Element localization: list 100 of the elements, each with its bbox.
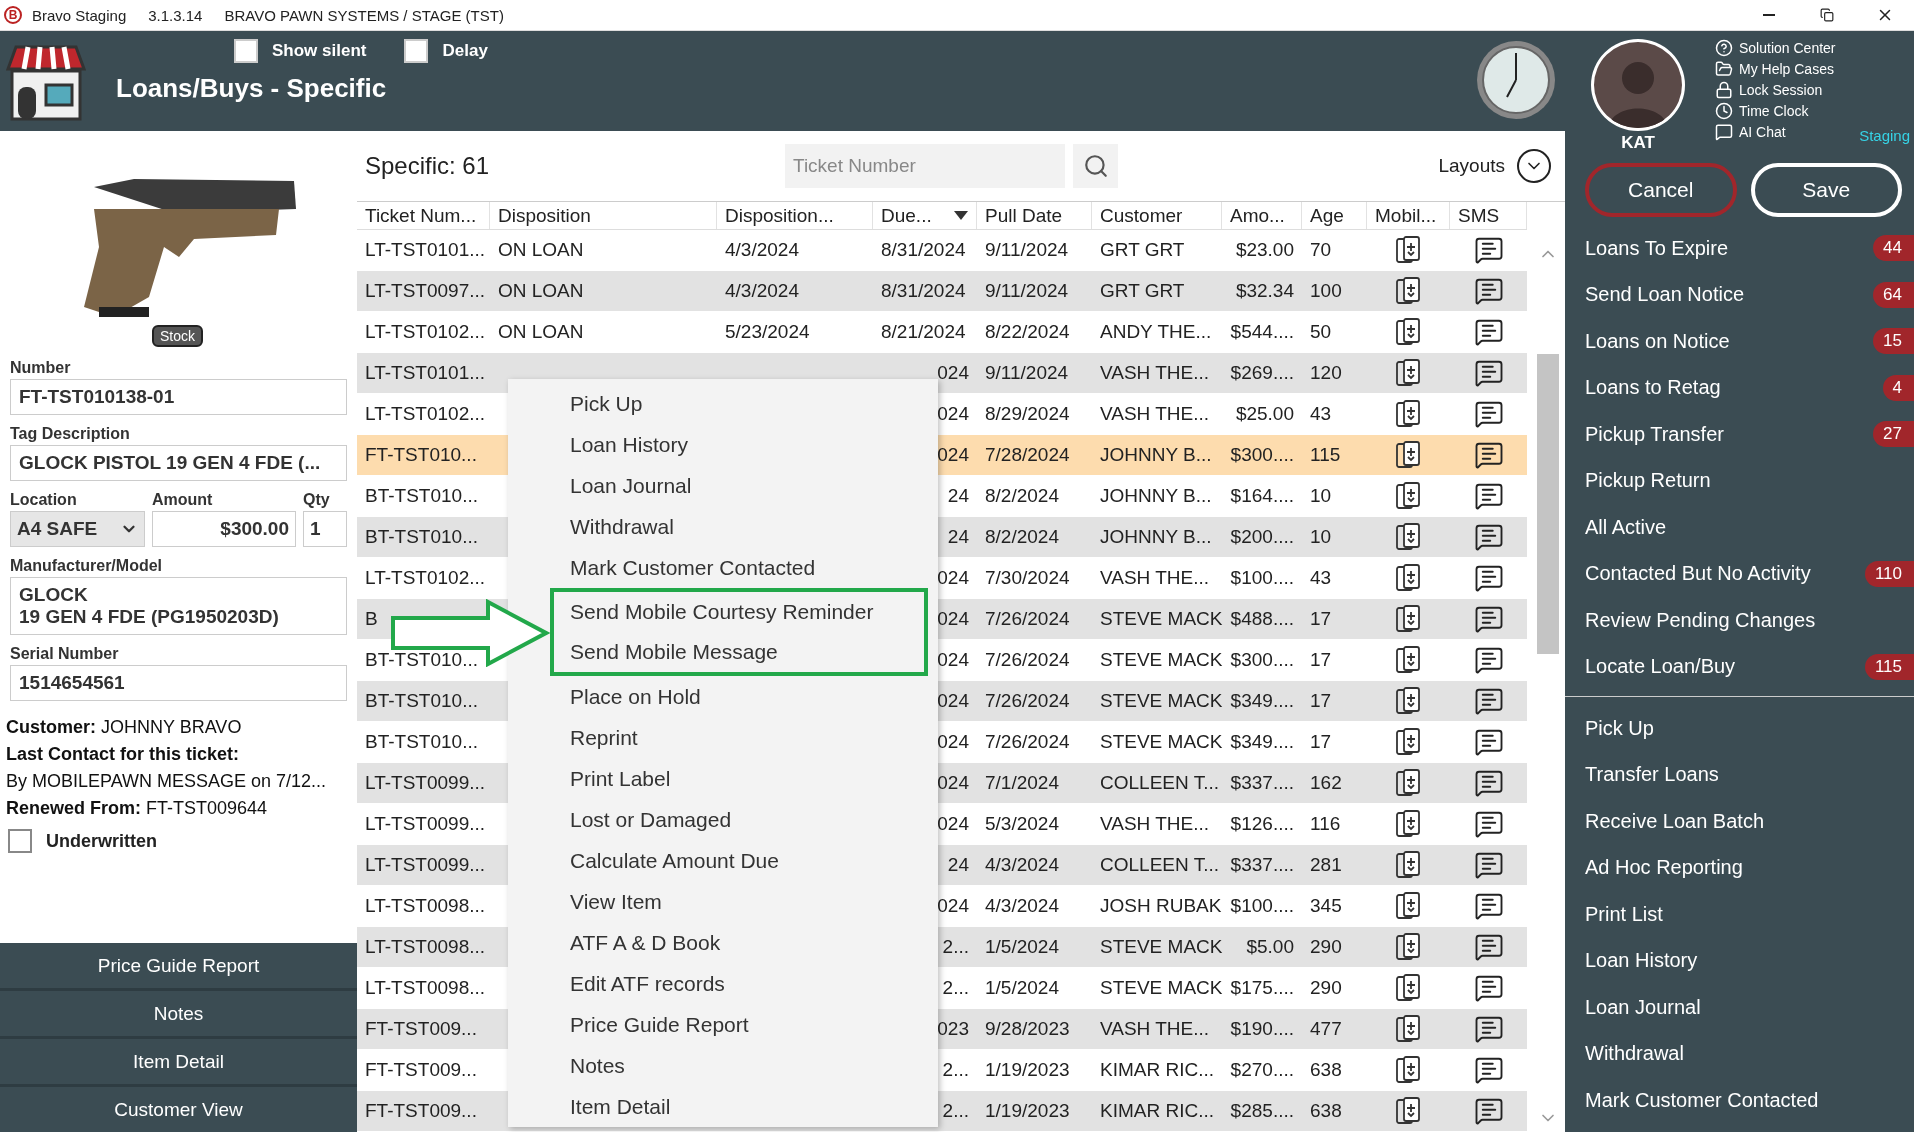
layouts-button[interactable]: Layouts	[1432, 148, 1557, 184]
column-header[interactable]: Mobil...	[1367, 202, 1450, 229]
table-cell-text: 1/5/2024	[984, 935, 1060, 959]
help-link[interactable]: My Help Cases	[1715, 60, 1836, 78]
sidebar-item[interactable]: Loan History	[1585, 949, 1698, 973]
sms-icon[interactable]	[1473, 973, 1504, 1003]
sidebar-item[interactable]: Loans to Retag	[1585, 376, 1721, 400]
sidebar-item[interactable]: Loans on Notice	[1585, 329, 1730, 353]
sidebar-item[interactable]: Print List	[1585, 902, 1663, 926]
table-row[interactable]: LT-TST0097... ON LOAN 4/3/2024 8/31/2024 9/11/2024 GRT GRT $32.34 100	[357, 271, 1527, 312]
count-badge: 44	[1873, 235, 1914, 262]
table-cell-text: 638	[1309, 1099, 1343, 1123]
field-label: Serial Number	[10, 645, 120, 663]
sidebar-item[interactable]: Pickup Transfer	[1585, 422, 1724, 446]
sms-icon[interactable]	[1473, 727, 1504, 757]
sidebar-item[interactable]: All Active	[1585, 515, 1667, 539]
sms-icon[interactable]	[1473, 1014, 1504, 1044]
sms-icon[interactable]	[1473, 522, 1504, 552]
scroll-thumb[interactable]	[1537, 354, 1559, 654]
table-cell-text: $544....	[1229, 320, 1295, 344]
renewed-from-text: Renewed From: FT-TST009644	[6, 798, 269, 819]
input-field[interactable]: FT-TST010138-01	[10, 379, 347, 415]
sms-icon[interactable]	[1473, 440, 1504, 470]
sms-icon[interactable]	[1473, 481, 1504, 511]
sms-icon[interactable]	[1473, 604, 1504, 634]
sidebar-item[interactable]: Send Loan Notice	[1585, 283, 1744, 307]
save-button[interactable]: Save	[1750, 163, 1902, 217]
field-label: Manufacturer/Model	[10, 557, 163, 575]
sidebar-item[interactable]: Pick Up	[1585, 716, 1654, 740]
count-badge: 115	[1864, 653, 1914, 680]
panel-button[interactable]: Price Guide Report	[0, 943, 357, 988]
sms-icon[interactable]	[1473, 768, 1504, 798]
sms-icon[interactable]	[1473, 563, 1504, 593]
table-cell-text: 4/3/2024	[724, 279, 800, 303]
sms-icon[interactable]	[1473, 850, 1504, 880]
sidebar-item[interactable]: Transfer Loans	[1585, 763, 1719, 787]
input-field[interactable]: GLOCK PISTOL 19 GEN 4 FDE (...	[10, 445, 347, 481]
input-field[interactable]: 1514654561	[10, 665, 347, 701]
column-header[interactable]: Disposition	[490, 202, 717, 229]
column-header[interactable]: Age	[1302, 202, 1367, 229]
count-badge: 64	[1873, 281, 1914, 308]
column-header[interactable]: Ticket Num...	[357, 202, 490, 229]
sms-icon[interactable]	[1473, 276, 1504, 306]
sidebar-item[interactable]: Contacted But No Activity	[1585, 562, 1811, 586]
cancel-button[interactable]: Cancel	[1585, 163, 1737, 217]
sms-icon[interactable]	[1473, 686, 1504, 716]
table-cell-text: 1/5/2024	[984, 976, 1060, 1000]
sidebar-item[interactable]: Pickup Return	[1585, 469, 1711, 493]
sms-icon[interactable]	[1473, 235, 1504, 265]
table-cell-text: LT-TST0098...	[364, 935, 487, 959]
table-cell-text: 50	[1309, 320, 1333, 344]
table-cell-text: 024	[936, 607, 970, 631]
help-link[interactable]: AI Chat	[1715, 123, 1836, 141]
sms-icon[interactable]	[1473, 1055, 1504, 1085]
column-header[interactable]: Disposition...	[717, 202, 873, 229]
sidebar-item[interactable]: Review Pending Changes	[1585, 608, 1816, 632]
table-cell-text: 638	[1309, 1058, 1343, 1082]
sidebar-item[interactable]: Loan Journal	[1585, 995, 1701, 1019]
sidebar-item[interactable]: Withdrawal	[1585, 1042, 1684, 1066]
customer-text: Customer: JOHNNY BRAVO	[6, 717, 243, 738]
sidebar-item[interactable]: Ad Hoc Reporting	[1585, 856, 1743, 880]
sidebar-item[interactable]: Mark Customer Contacted	[1585, 1088, 1819, 1112]
chevron-circle-icon	[1517, 149, 1551, 183]
search-button[interactable]	[1073, 144, 1118, 188]
sms-icon[interactable]	[1473, 1096, 1504, 1126]
table-cell-text: 023	[936, 1017, 970, 1041]
input-field[interactable]: 1	[303, 511, 347, 547]
table-cell-text: 162	[1309, 771, 1343, 795]
input-field[interactable]: $300.00	[152, 511, 296, 547]
help-link[interactable]: Lock Session	[1715, 81, 1836, 99]
column-header[interactable]: Amo...	[1222, 202, 1302, 229]
sms-icon[interactable]	[1473, 891, 1504, 921]
sidebar-item[interactable]: Locate Loan/Buy	[1585, 655, 1736, 679]
sms-icon[interactable]	[1473, 399, 1504, 429]
sms-icon[interactable]	[1473, 645, 1504, 675]
sms-icon[interactable]	[1473, 358, 1504, 388]
column-header[interactable]: Due...	[873, 202, 977, 229]
table-cell-text: 4/3/2024	[984, 894, 1060, 918]
sidebar-item[interactable]: Loans To Expire	[1585, 236, 1729, 260]
checkbox[interactable]	[404, 39, 429, 63]
panel-button[interactable]: Notes	[0, 991, 357, 1036]
column-header[interactable]: Customer	[1092, 202, 1222, 229]
input-field[interactable]: GLOCK 19 GEN 4 FDE (PG1950203D)	[10, 577, 347, 635]
column-header[interactable]: SMS	[1450, 202, 1527, 229]
location-dropdown[interactable]: A4 SAFE	[10, 511, 145, 547]
sms-icon[interactable]	[1473, 317, 1504, 347]
help-link[interactable]: Solution Center	[1715, 39, 1836, 57]
help-link[interactable]: Time Clock	[1715, 102, 1836, 120]
panel-button[interactable]: Item Detail	[0, 1039, 357, 1084]
app-name: Bravo Staging	[32, 6, 127, 24]
table-cell-text: 024	[936, 361, 970, 385]
checkbox[interactable]	[234, 39, 258, 63]
panel-button[interactable]: Customer View	[0, 1087, 357, 1132]
table-cell-text: $32.34	[1234, 279, 1295, 303]
sms-icon[interactable]	[1473, 932, 1504, 962]
search-field[interactable]: Ticket Number	[785, 144, 1065, 188]
sms-icon[interactable]	[1473, 809, 1504, 839]
column-header[interactable]: Pull Date	[977, 202, 1092, 229]
checkbox[interactable]	[8, 829, 32, 853]
sidebar-item[interactable]: Receive Loan Batch	[1585, 809, 1764, 833]
